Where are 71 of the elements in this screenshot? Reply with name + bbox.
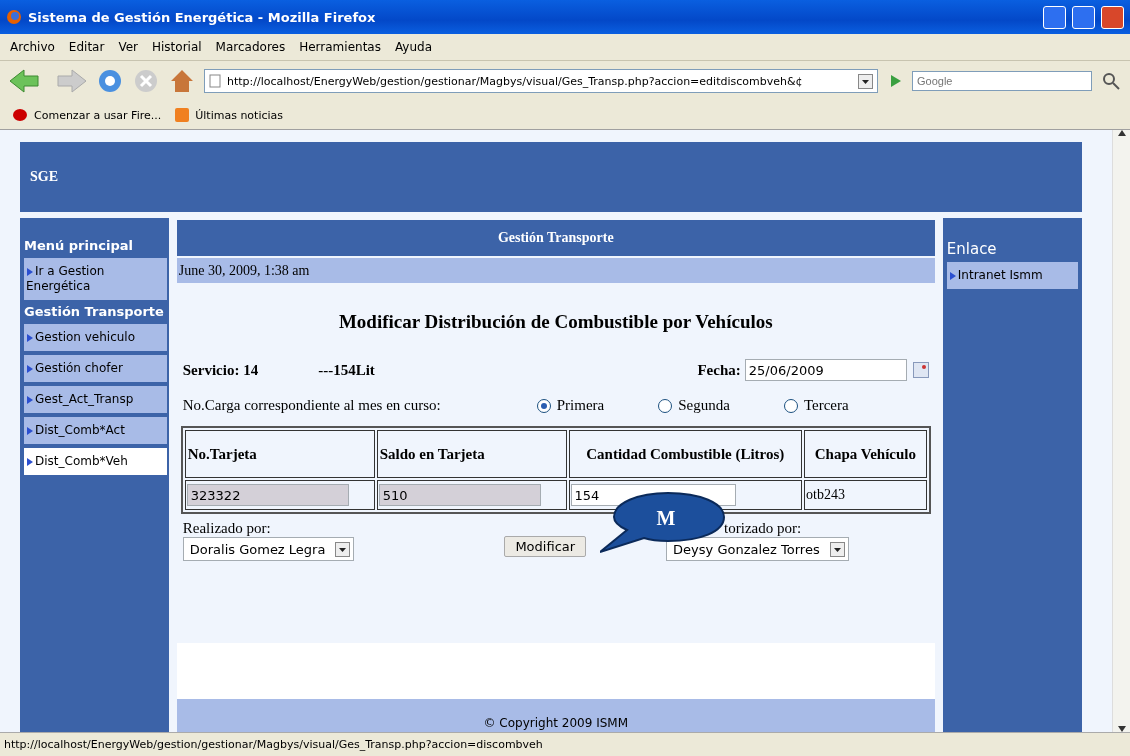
dropdown-icon[interactable] bbox=[858, 73, 873, 89]
menu-item[interactable]: Historial bbox=[152, 40, 202, 54]
load-label: No.Carga correspondiente al mes en curso: bbox=[182, 397, 441, 414]
column-header: No.Tarjeta bbox=[184, 430, 375, 478]
arrow-icon bbox=[26, 364, 34, 374]
date-field[interactable]: 25/06/2009 bbox=[744, 359, 907, 381]
menu-item[interactable]: Archivo bbox=[10, 40, 55, 54]
sidebar-heading: Gestión Transporte bbox=[24, 304, 165, 320]
address-field[interactable]: http://localhost/EnergyWeb/gestion/gestionar/Magbys/visual/Ges_Transp.php?accion=editdiscombveh&¢ bbox=[204, 69, 878, 93]
page-icon bbox=[209, 74, 221, 88]
sidebar-heading: Menú principal bbox=[24, 238, 134, 254]
dropdown-icon[interactable] bbox=[829, 541, 845, 557]
arrow-icon bbox=[26, 426, 34, 436]
arrow-icon bbox=[26, 267, 34, 277]
column-header: Saldo en Tarjeta bbox=[376, 430, 567, 478]
modify-button[interactable]: Modificar bbox=[504, 536, 587, 557]
arrow-icon bbox=[26, 395, 34, 405]
site-header: SGE bbox=[20, 142, 1082, 212]
scroll-down-icon[interactable] bbox=[1117, 726, 1126, 732]
radio-option[interactable]: Primera bbox=[536, 397, 605, 414]
table-cell: otb243 bbox=[806, 487, 845, 502]
person-select[interactable]: Doralis Gomez Legra bbox=[182, 537, 355, 561]
liters-text: ---154Lit bbox=[318, 361, 375, 379]
rss-icon bbox=[175, 108, 190, 122]
column-header: Cantidad Combustible (Litros) bbox=[568, 430, 803, 478]
link-item[interactable]: Intranet Ismm bbox=[946, 262, 1078, 289]
field-label: Realizado por: bbox=[182, 520, 272, 537]
window-title: Sistema de Gestión Energética - Mozilla Firefox bbox=[28, 9, 377, 25]
search-icon[interactable] bbox=[1100, 70, 1122, 92]
search-field[interactable]: Google bbox=[912, 71, 1092, 91]
maximize-button[interactable] bbox=[1072, 5, 1095, 29]
arrow-icon bbox=[948, 271, 957, 281]
date-text: June 30, 2009, 1:38 am bbox=[176, 258, 935, 283]
copyright-text: © Copyright 2009 ISMM bbox=[176, 699, 935, 732]
panel-heading: Enlace bbox=[946, 240, 998, 258]
arrow-icon bbox=[26, 457, 34, 467]
date-label: Fecha: bbox=[697, 361, 741, 379]
menu-item[interactable]: Editar bbox=[68, 40, 105, 54]
menu-item[interactable]: Herramientas bbox=[299, 40, 381, 54]
scrollbar[interactable] bbox=[1112, 130, 1130, 732]
scroll-up-icon[interactable] bbox=[1117, 130, 1126, 136]
person-select[interactable]: Deysy Gonzalez Torres bbox=[666, 537, 849, 561]
arrow-icon bbox=[26, 333, 34, 343]
bookmark-link[interactable]: Últimas noticias bbox=[195, 108, 284, 122]
readonly-field[interactable]: 323322 bbox=[186, 484, 349, 506]
sidebar-item[interactable]: Dist_Comb*Act bbox=[24, 417, 167, 444]
bookmark-link[interactable]: Comenzar a usar Fire... bbox=[34, 108, 162, 122]
callout-letter: M bbox=[656, 507, 676, 529]
field-label: torizado por: bbox=[724, 520, 802, 537]
sidebar-item[interactable]: Gestión chofer bbox=[24, 355, 167, 382]
radio-option[interactable]: Tercera bbox=[783, 397, 849, 414]
sidebar-item[interactable]: Gestion vehiculo bbox=[24, 324, 167, 351]
reload-icon[interactable] bbox=[96, 67, 124, 95]
readonly-field[interactable]: 510 bbox=[378, 484, 541, 506]
dropdown-icon[interactable] bbox=[335, 541, 351, 557]
menu-item[interactable]: Ver bbox=[118, 40, 138, 54]
bookmark-icon bbox=[12, 108, 28, 122]
column-header: Chapa Vehículo bbox=[804, 430, 927, 478]
sidebar-item[interactable]: Ir a Gestion Energética bbox=[24, 258, 167, 300]
status-bar: http://localhost/EnergyWeb/gestion/gestionar/Magbys/visual/Ges_Transp.php?accion=discombveh bbox=[0, 732, 1130, 756]
section-title: Gestión Transporte bbox=[176, 220, 935, 256]
sidebar-item[interactable]: Gest_Act_Transp bbox=[24, 386, 167, 413]
page-heading: Modificar Distribución de Combustible por Vehículos bbox=[337, 311, 774, 333]
menu-item[interactable]: Marcadores bbox=[215, 40, 286, 54]
radio-option[interactable]: Segunda bbox=[658, 397, 730, 414]
menu-item[interactable]: Ayuda bbox=[394, 40, 433, 54]
sidebar-item[interactable]: Dist_Comb*Veh bbox=[24, 448, 167, 475]
close-button[interactable] bbox=[1101, 5, 1124, 29]
calendar-icon[interactable] bbox=[912, 362, 929, 378]
minimize-button[interactable] bbox=[1043, 5, 1066, 29]
service-text: Servicio: 14 bbox=[182, 361, 259, 379]
